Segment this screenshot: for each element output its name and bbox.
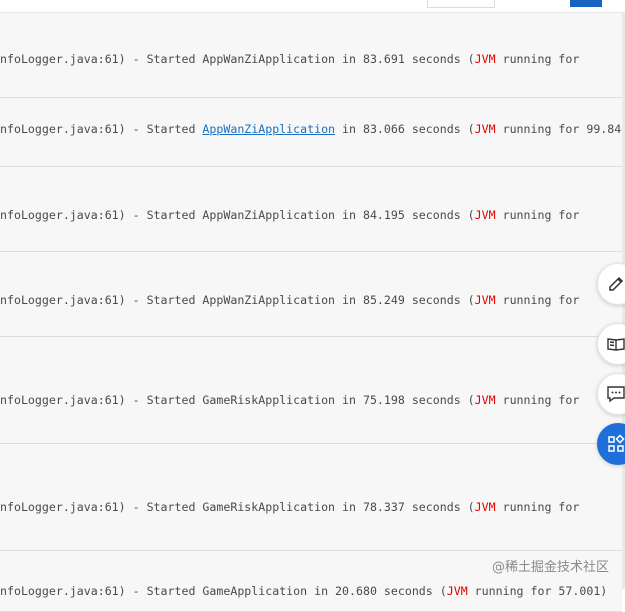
jvm-keyword: JVM: [474, 122, 496, 136]
jvm-keyword: JVM: [474, 52, 496, 66]
startup-time: in 85.249 seconds (: [335, 293, 475, 307]
watermark: @稀土掘金技术社区: [491, 560, 609, 575]
top-toolbar: [0, 0, 625, 13]
log-source: nfoLogger.java:61) - Started: [0, 584, 203, 598]
startup-time: in 75.198 seconds (: [335, 393, 475, 407]
log-line: nfoLogger.java:61) - Started AppWanZiApp…: [0, 208, 579, 222]
edit-icon: [609, 276, 624, 291]
book-icon: [607, 338, 625, 351]
jvm-running-time: running for: [495, 52, 580, 66]
jvm-keyword: JVM: [474, 293, 496, 307]
app-name: AppWanZiApplication: [202, 208, 336, 222]
app-name: GameRiskApplication: [202, 500, 336, 514]
startup-time: in 83.691 seconds (: [335, 52, 475, 66]
log-source: nfoLogger.java:61) - Started: [0, 393, 203, 407]
log-source: nfoLogger.java:61) - Started: [0, 293, 203, 307]
startup-time: in 78.337 seconds (: [335, 500, 475, 514]
log-entry: nfoLogger.java:61) - Started GameRiskApp…: [0, 337, 622, 444]
log-source: nfoLogger.java:61) - Started: [0, 500, 203, 514]
jvm-keyword: JVM: [474, 393, 496, 407]
jvm-running-time: running for 99.841): [495, 122, 622, 136]
log-source: nfoLogger.java:61) - Started: [0, 52, 203, 66]
log-line: nfoLogger.java:61) - Started GameApplica…: [0, 584, 607, 598]
jvm-running-time: running for: [495, 208, 580, 222]
log-source: nfoLogger.java:61) - Started: [0, 122, 203, 136]
log-line: nfoLogger.java:61) - Started AppWanZiApp…: [0, 52, 579, 66]
log-line: nfoLogger.java:61) - Started GameRiskApp…: [0, 393, 579, 407]
log-line: nfoLogger.java:61) - Started AppWanZiApp…: [0, 293, 579, 307]
app-name: AppWanZiApplication: [202, 52, 336, 66]
app-name: GameRiskApplication: [202, 393, 336, 407]
jvm-running-time: running for 57.001): [467, 584, 608, 598]
log-entry: nfoLogger.java:61) - Started GameRiskApp…: [0, 444, 622, 551]
log-entry: nfoLogger.java:61) - Started AppWanZiApp…: [0, 167, 622, 252]
log-source: nfoLogger.java:61) - Started: [0, 208, 203, 222]
log-entry: nfoLogger.java:61) - Started AppWanZiApp…: [0, 98, 622, 167]
jvm-keyword: JVM: [474, 500, 496, 514]
app-name-link[interactable]: AppWanZiApplication: [202, 122, 335, 136]
jvm-running-time: running for: [495, 393, 580, 407]
toolbar-primary-button[interactable]: [570, 0, 602, 7]
log-list: nfoLogger.java:61) - Started AppWanZiApp…: [0, 13, 622, 612]
jvm-running-time: running for: [495, 500, 580, 514]
jvm-keyword: JVM: [474, 208, 496, 222]
startup-time: in 84.195 seconds (: [335, 208, 475, 222]
app-name: AppWanZiApplication: [202, 293, 336, 307]
apps-grid-icon: [608, 434, 625, 452]
log-entry: nfoLogger.java:61) - Started AppWanZiApp…: [0, 13, 622, 98]
startup-time: in 83.066 seconds (: [335, 122, 475, 136]
log-line: nfoLogger.java:61) - Started GameRiskApp…: [0, 500, 579, 514]
comment-icon: [607, 386, 625, 403]
startup-time: in 20.680 seconds (: [307, 584, 447, 598]
app-name: GameApplication: [202, 584, 308, 598]
jvm-keyword: JVM: [446, 584, 468, 598]
log-entry: nfoLogger.java:61) - Started AppWanZiApp…: [0, 252, 622, 337]
toolbar-field[interactable]: [427, 0, 495, 8]
log-line: nfoLogger.java:61) - Started AppWanZiApp…: [0, 122, 622, 136]
jvm-running-time: running for: [495, 293, 580, 307]
